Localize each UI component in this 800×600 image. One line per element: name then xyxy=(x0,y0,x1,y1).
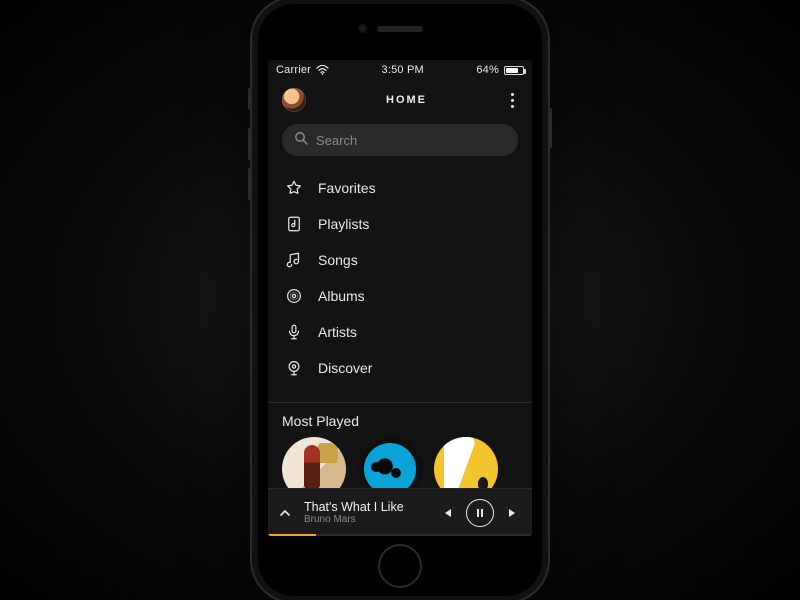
disc-icon xyxy=(284,286,304,306)
nav-item-label: Artists xyxy=(318,324,357,340)
search-icon xyxy=(294,131,308,150)
nav-item-albums[interactable]: Albums xyxy=(274,278,526,314)
nav-item-label: Albums xyxy=(318,288,365,304)
nav-item-favorites[interactable]: Favorites xyxy=(274,170,526,206)
more-menu-button[interactable] xyxy=(507,87,518,114)
chevron-up-icon[interactable] xyxy=(276,506,294,520)
battery-percent: 64% xyxy=(476,64,499,76)
nav-item-artists[interactable]: Artists xyxy=(274,314,526,350)
nav-item-label: Favorites xyxy=(318,180,376,196)
nav-item-playlists[interactable]: Playlists xyxy=(274,206,526,242)
radar-icon xyxy=(284,358,304,378)
front-camera xyxy=(358,24,367,33)
power-button xyxy=(548,108,552,148)
home-button[interactable] xyxy=(378,544,422,588)
playlist-icon xyxy=(284,214,304,234)
search-bar[interactable] xyxy=(282,124,518,156)
app-header: HOME xyxy=(268,80,532,120)
status-bar: Carrier 3:50 PM 64% xyxy=(268,60,532,80)
playback-controls xyxy=(438,499,522,527)
music-note-icon xyxy=(284,250,304,270)
pause-button[interactable] xyxy=(466,499,494,527)
now-playing-artist: Bruno Mars xyxy=(304,514,428,525)
avatar[interactable] xyxy=(282,88,306,112)
page-title: HOME xyxy=(386,94,427,106)
section-title-most-played: Most Played xyxy=(268,413,532,437)
battery-icon xyxy=(504,66,524,75)
carrier-label: Carrier xyxy=(276,64,311,76)
nav-item-label: Discover xyxy=(318,360,372,376)
progress-fill xyxy=(268,534,316,536)
divider xyxy=(268,402,532,403)
clock: 3:50 PM xyxy=(382,64,424,76)
now-playing-text: That's What I Like Bruno Mars xyxy=(304,500,428,525)
nav-item-songs[interactable]: Songs xyxy=(274,242,526,278)
wifi-icon xyxy=(316,65,329,75)
search-input[interactable] xyxy=(316,133,506,148)
nav-list: Favorites Playlists Songs xyxy=(268,166,532,396)
now-playing-title: That's What I Like xyxy=(304,500,428,514)
nav-item-label: Playlists xyxy=(318,216,369,232)
volume-up-button xyxy=(248,128,252,160)
nav-item-discover[interactable]: Discover xyxy=(274,350,526,386)
star-icon xyxy=(284,178,304,198)
phone-frame: Carrier 3:50 PM 64% xyxy=(252,0,548,600)
volume-down-button xyxy=(248,168,252,200)
mic-icon xyxy=(284,322,304,342)
battery-fill xyxy=(506,68,518,73)
previous-track-button[interactable] xyxy=(438,504,456,522)
speaker-grille xyxy=(377,26,423,32)
nav-item-label: Songs xyxy=(318,252,358,268)
progress-track[interactable] xyxy=(268,534,532,536)
now-playing-bar[interactable]: That's What I Like Bruno Mars xyxy=(268,488,532,536)
screen: Carrier 3:50 PM 64% xyxy=(268,60,532,536)
mute-switch xyxy=(248,88,252,110)
next-track-button[interactable] xyxy=(504,504,522,522)
